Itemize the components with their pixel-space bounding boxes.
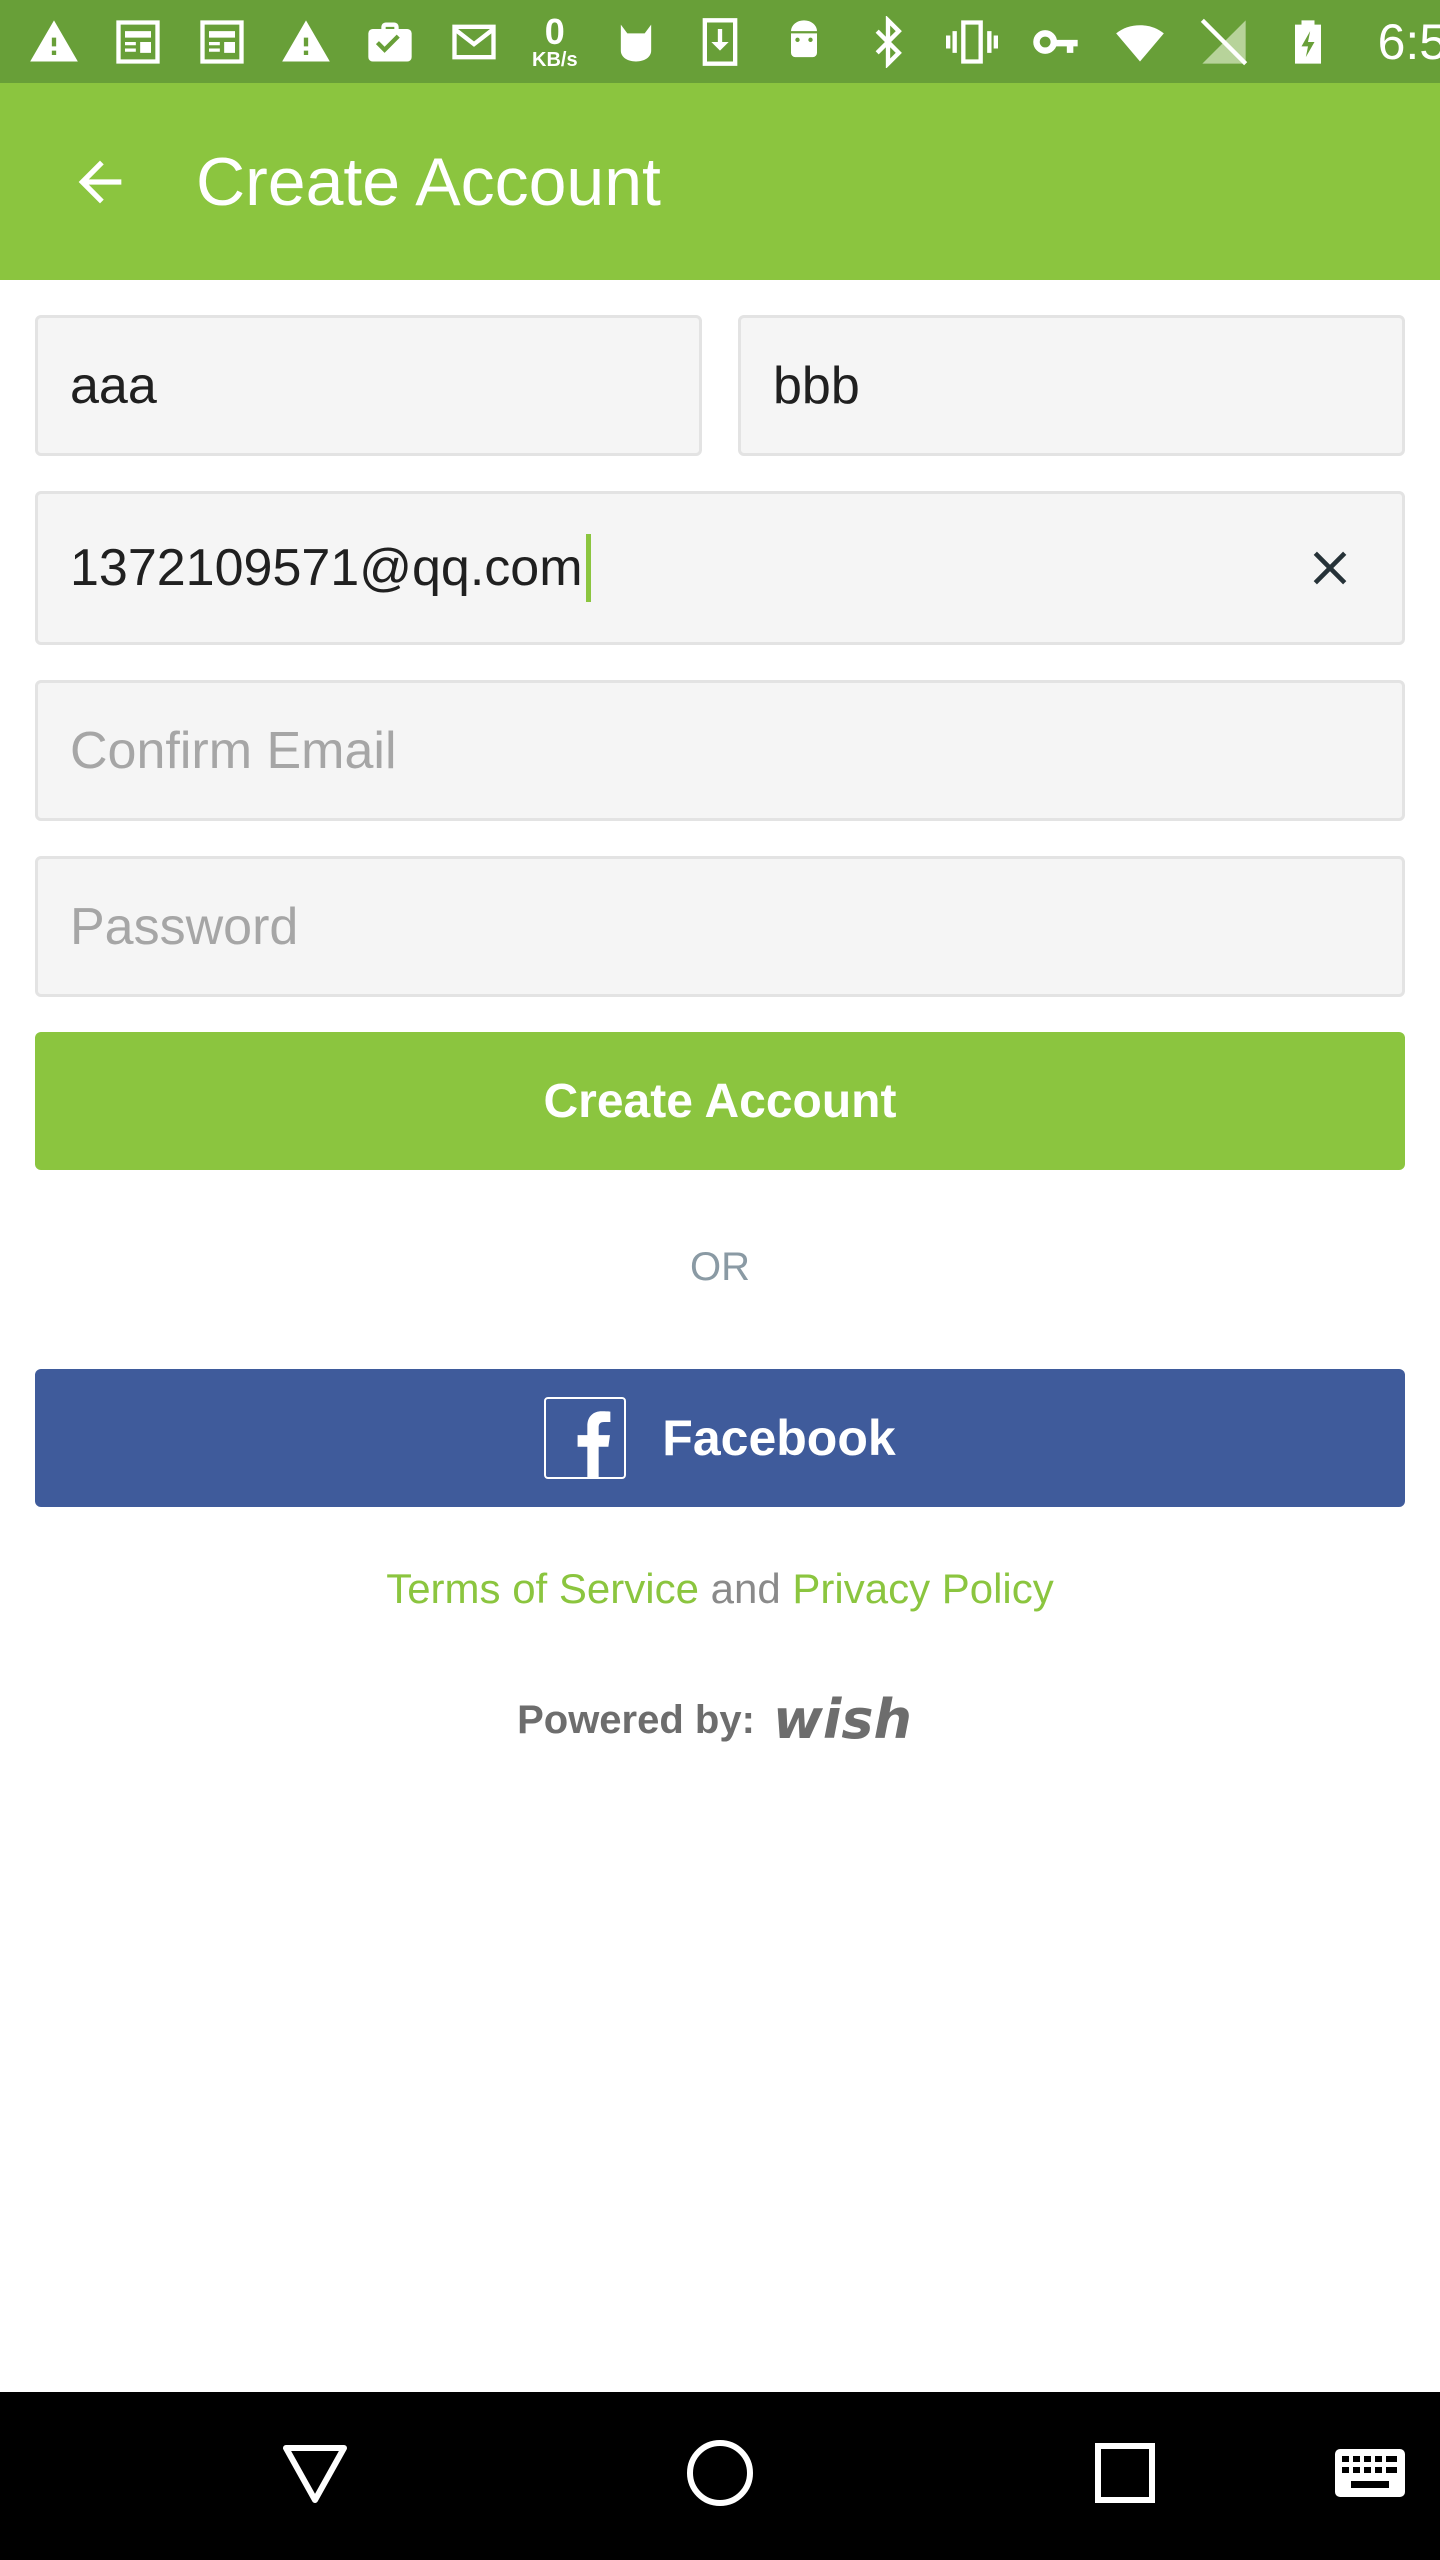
terms-of-service-link[interactable]: Terms of Service xyxy=(386,1565,699,1612)
keyboard-switch-button[interactable] xyxy=(1325,2428,1415,2518)
or-divider: OR xyxy=(690,1245,750,1289)
password-placeholder: Password xyxy=(70,897,299,956)
status-time: 6:59 xyxy=(1377,13,1440,70)
no-signal-icon xyxy=(1198,14,1250,70)
clear-email-button[interactable] xyxy=(1290,528,1370,608)
create-account-button[interactable]: Create Account xyxy=(35,1032,1405,1170)
wifi-icon xyxy=(1114,14,1166,70)
network-speed: 0 KB/s xyxy=(532,10,578,71)
back-triangle-icon xyxy=(283,2445,347,2503)
key-icon xyxy=(1030,14,1082,70)
and-text: and xyxy=(698,1565,793,1612)
nav-recents-button[interactable] xyxy=(1080,2428,1170,2518)
status-right-group: 6:59 xyxy=(862,13,1440,71)
powered-by-label: Powered by: xyxy=(517,1697,755,1742)
confirm-email-field[interactable]: Confirm Email xyxy=(35,680,1405,821)
create-account-label: Create Account xyxy=(543,1074,897,1128)
legal-links: Terms of Service and Privacy Policy xyxy=(0,1565,1440,1613)
email-field[interactable]: 1372109571@qq.com xyxy=(35,491,1405,645)
warning-icon xyxy=(28,14,80,70)
email-value: 1372109571@qq.com xyxy=(70,539,583,597)
first-name-value: aaa xyxy=(70,356,157,415)
gmail-icon xyxy=(448,14,500,70)
news-icon xyxy=(112,14,164,70)
nav-home-button[interactable] xyxy=(675,2428,765,2518)
close-icon xyxy=(1313,551,1347,585)
android-icon xyxy=(778,14,830,70)
keyboard-icon xyxy=(1335,2449,1405,2497)
facebook-icon xyxy=(544,1397,627,1479)
nav-back-button[interactable] xyxy=(270,2428,360,2518)
privacy-policy-link[interactable]: Privacy Policy xyxy=(792,1565,1053,1612)
network-speed-value: 0 xyxy=(544,10,565,52)
powered-by: Powered by: wish xyxy=(0,1690,1440,1750)
download-icon xyxy=(694,14,746,70)
navigation-bar xyxy=(0,2392,1440,2560)
battery-charging-icon xyxy=(1282,14,1334,70)
status-bar: 0 KB/s 6:59 xyxy=(0,0,1440,83)
email-value-wrap: 1372109571@qq.com xyxy=(70,534,591,602)
app-bar: Create Account xyxy=(0,83,1440,280)
back-button[interactable] xyxy=(40,122,160,242)
wish-logo-text: wish xyxy=(773,1690,912,1750)
last-name-field[interactable]: bbb xyxy=(738,315,1405,456)
news-icon xyxy=(196,14,248,70)
last-name-value: bbb xyxy=(773,356,860,415)
facebook-label: Facebook xyxy=(662,1410,896,1466)
bluetooth-icon xyxy=(862,14,914,70)
network-speed-unit: KB/s xyxy=(532,48,578,71)
first-name-field[interactable]: aaa xyxy=(35,315,702,456)
warning-icon xyxy=(280,14,332,70)
briefcase-check-icon xyxy=(364,14,416,70)
facebook-button[interactable]: Facebook xyxy=(35,1369,1405,1507)
password-field[interactable]: Password xyxy=(35,856,1405,997)
recents-square-icon xyxy=(1095,2443,1155,2503)
confirm-email-placeholder: Confirm Email xyxy=(70,721,397,780)
vibrate-icon xyxy=(945,14,998,70)
page-title: Create Account xyxy=(196,143,661,220)
home-circle-icon xyxy=(687,2440,753,2506)
cat-icon xyxy=(610,14,662,70)
wish-logo: wish xyxy=(773,1690,912,1750)
arrow-left-icon xyxy=(78,160,122,203)
text-cursor xyxy=(585,534,591,602)
